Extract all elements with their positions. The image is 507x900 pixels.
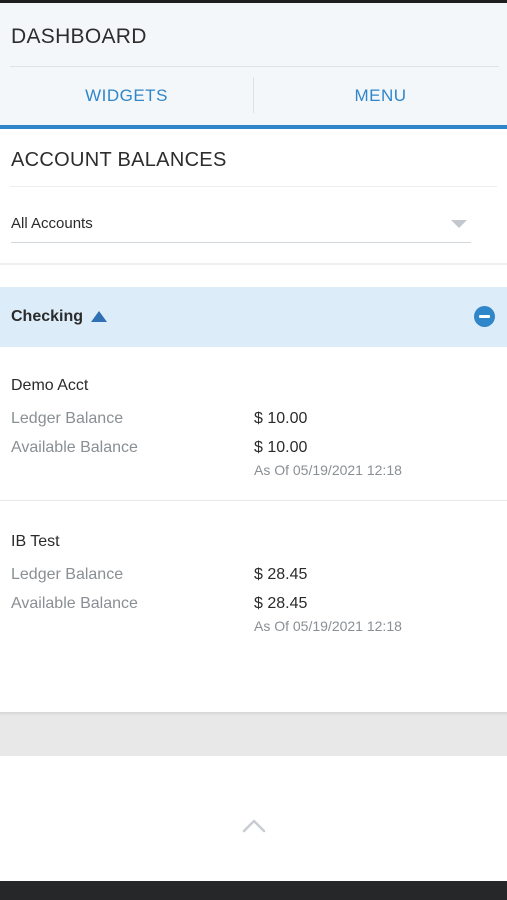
ledger-balance-value: $ 28.45: [254, 566, 308, 583]
active-tab-indicator: [0, 125, 507, 129]
section-divider: [10, 186, 497, 187]
account-name: Demo Acct: [11, 377, 89, 394]
chevron-up-icon[interactable]: [241, 812, 267, 838]
available-balance-value: $ 28.45: [254, 595, 308, 612]
minus-circle-icon[interactable]: [474, 306, 495, 327]
available-balance-label: Available Balance: [11, 595, 138, 612]
as-of-timestamp: As Of 05/19/2021 12:18: [254, 462, 402, 478]
panel-shadow: [0, 712, 507, 716]
caret-up-icon: [91, 311, 107, 322]
account-name: IB Test: [11, 533, 60, 550]
available-balance-value: $ 10.00: [254, 439, 308, 456]
ledger-balance-label: Ledger Balance: [11, 566, 124, 583]
as-of-timestamp: As Of 05/19/2021 12:18: [254, 618, 402, 634]
tab-widgets[interactable]: WIDGETS: [0, 67, 253, 125]
account-balances-title: ACCOUNT BALANCES: [11, 149, 227, 171]
tab-menu[interactable]: MENU: [254, 67, 507, 125]
page-title: DASHBOARD: [11, 25, 147, 48]
account-divider: [0, 500, 507, 501]
ledger-balance-label: Ledger Balance: [11, 410, 124, 427]
available-balance-label: Available Balance: [11, 439, 138, 456]
account-filter-value: All Accounts: [11, 215, 93, 232]
bottom-bar: [0, 881, 507, 900]
chevron-down-icon: [451, 220, 467, 228]
block-divider: [0, 263, 507, 265]
ledger-balance-value: $ 10.00: [254, 410, 308, 427]
account-filter-select[interactable]: All Accounts: [11, 206, 471, 243]
dashboard-header: DASHBOARD WIDGETS MENU: [0, 3, 507, 127]
group-header-checking[interactable]: Checking: [0, 287, 507, 347]
widget-footer-band: [0, 714, 507, 756]
group-label: Checking: [11, 308, 84, 325]
